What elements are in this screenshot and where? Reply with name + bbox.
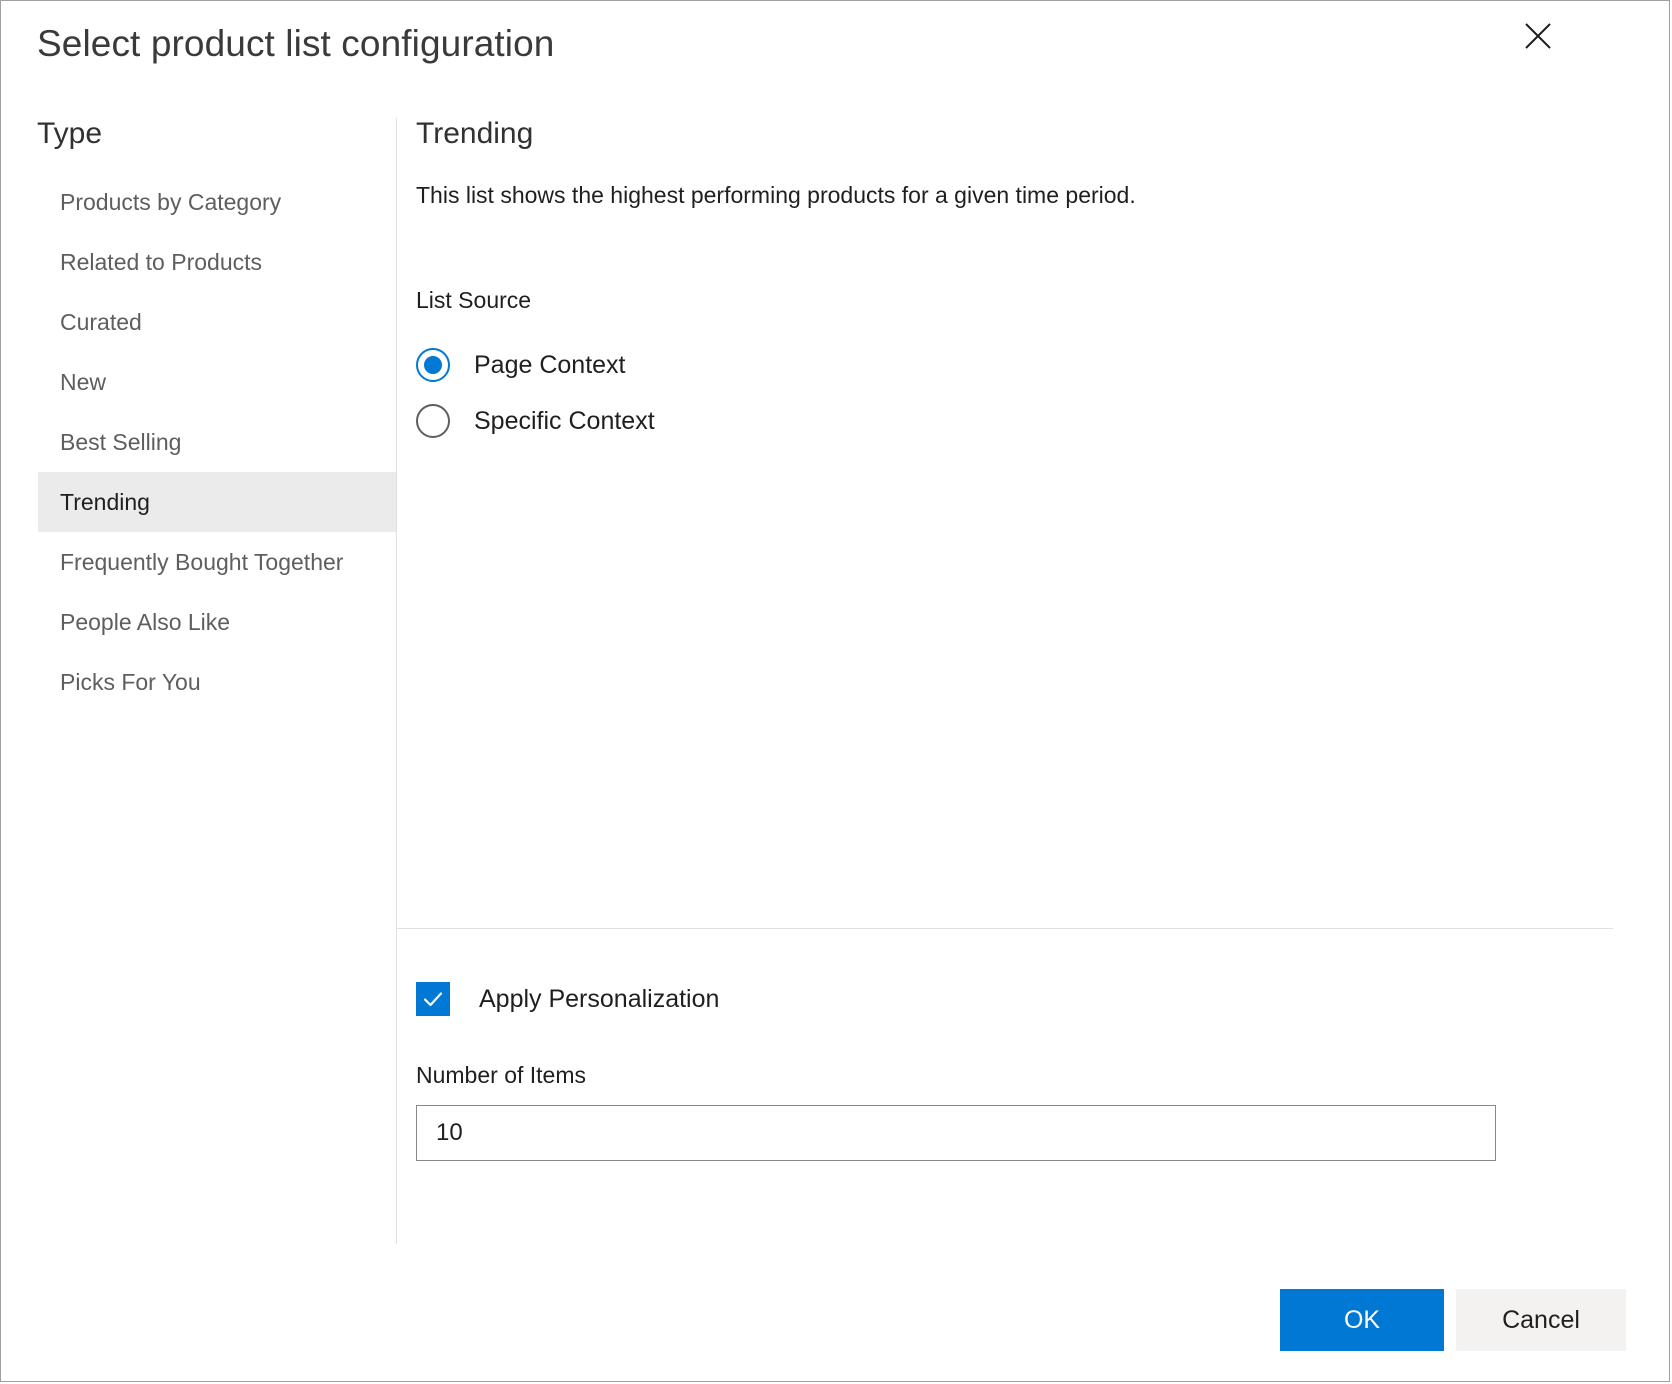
sidebar-item-curated[interactable]: Curated [1,292,396,352]
sidebar-item-best-selling[interactable]: Best Selling [1,412,396,472]
number-of-items-label: Number of Items [416,1062,1496,1089]
section-divider [397,928,1613,929]
apply-personalization-checkbox[interactable]: Apply Personalization [416,981,1496,1017]
product-list-configuration-dialog: Select product list configuration Type P… [0,0,1670,1382]
sidebar-item-label: Picks For You [60,669,201,696]
sidebar-item-label: Trending [60,489,150,516]
sidebar-item-label: Curated [60,309,142,336]
apply-personalization-label: Apply Personalization [479,985,719,1014]
radio-icon [416,404,450,438]
radio-label: Specific Context [474,407,655,436]
sidebar-item-products-by-category[interactable]: Products by Category [1,172,396,232]
number-of-items-input[interactable] [416,1105,1496,1161]
radio-specific-context[interactable]: Specific Context [416,393,655,449]
ok-button[interactable]: OK [1280,1289,1444,1351]
sidebar-item-label: Frequently Bought Together [60,549,343,576]
sidebar-item-picks-for-you[interactable]: Picks For You [1,652,396,712]
sidebar-list: Products by Category Related to Products… [1,172,396,712]
radio-page-context[interactable]: Page Context [416,337,655,393]
personalization-form: Apply Personalization Number of Items [416,981,1496,1161]
sidebar-item-label: Best Selling [60,429,181,456]
sidebar-item-people-also-like[interactable]: People Also Like [1,592,396,652]
detail-heading: Trending [416,117,533,151]
cancel-button[interactable]: Cancel [1456,1289,1626,1351]
sidebar-item-label: Related to Products [60,249,262,276]
sidebar-item-related-to-products[interactable]: Related to Products [1,232,396,292]
sidebar-item-label: Products by Category [60,189,281,216]
sidebar-item-new[interactable]: New [1,352,396,412]
check-icon [416,982,450,1016]
radio-label: Page Context [474,351,626,380]
list-source-label: List Source [416,287,531,314]
dialog-footer: OK Cancel [1280,1289,1626,1351]
sidebar-heading: Type [37,117,102,151]
sidebar-item-label: People Also Like [60,609,230,636]
detail-description: This list shows the highest performing p… [416,182,1136,209]
radio-icon [416,348,450,382]
list-source-radio-group: Page Context Specific Context [416,337,655,449]
page-title: Select product list configuration [37,23,554,65]
dialog-title-bar: Select product list configuration [1,1,1669,101]
detail-panel: Trending This list shows the highest per… [397,105,1669,1381]
sidebar-item-trending[interactable]: Trending [38,472,396,532]
type-sidebar: Type Products by Category Related to Pro… [1,105,396,1381]
sidebar-item-label: New [60,369,106,396]
close-icon[interactable] [1515,13,1561,59]
sidebar-item-frequently-bought-together[interactable]: Frequently Bought Together [1,532,396,592]
